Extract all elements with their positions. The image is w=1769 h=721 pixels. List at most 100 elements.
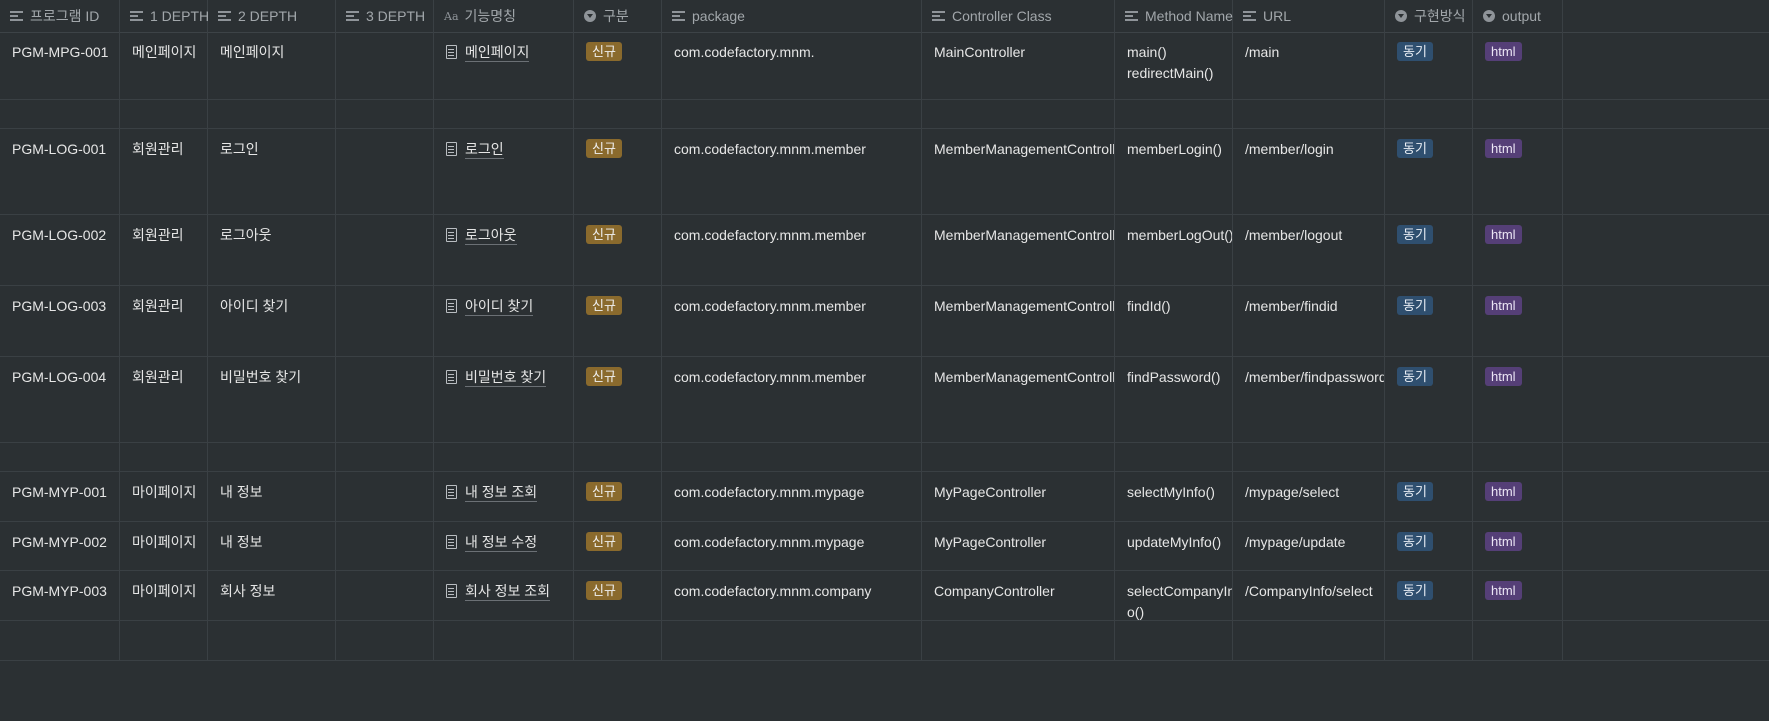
cell-method-name[interactable]: main() redirectMain() <box>1115 32 1233 99</box>
cell-method-name[interactable]: updateMyInfo() <box>1115 522 1233 570</box>
page-title-link[interactable]: 내 정보 조회 <box>465 484 538 502</box>
cell-package[interactable] <box>662 100 922 128</box>
cell-depth1[interactable]: 메인페이지 <box>120 32 208 99</box>
cell-impl-method[interactable]: 동기 <box>1385 357 1473 442</box>
cell-program-id[interactable] <box>0 100 120 128</box>
table-row[interactable] <box>0 443 1769 472</box>
table-row[interactable]: PGM-LOG-001 회원관리 로그인 로그인 신규 com.codefactory.m… <box>0 129 1769 215</box>
column-header-controller-class[interactable]: Controller Class <box>922 0 1115 32</box>
cell-program-id[interactable]: PGM-LOG-004 <box>0 357 120 442</box>
cell-depth2[interactable]: 회사 정보 <box>208 571 336 620</box>
cell-function-name[interactable] <box>434 621 574 660</box>
cell-package[interactable]: com.codefactory.mnm.member <box>662 286 922 356</box>
table-row[interactable]: PGM-MYP-003 마이페이지 회사 정보 회사 정보 조회 신규 com.codef… <box>0 571 1769 621</box>
cell-depth2[interactable]: 로그아웃 <box>208 215 336 285</box>
cell-depth3[interactable] <box>336 522 434 570</box>
cell-controller-class[interactable]: MainController <box>922 32 1115 99</box>
cell-method-name[interactable] <box>1115 443 1233 471</box>
page-title-link[interactable]: 비밀번호 찾기 <box>465 369 547 387</box>
cell-package[interactable]: com.codefactory.mnm. <box>662 32 922 99</box>
cell-output[interactable]: html <box>1473 357 1563 442</box>
column-header-function-name[interactable]: Aa 기능명칭 <box>434 0 574 32</box>
cell-method-name[interactable]: memberLogOut() <box>1115 215 1233 285</box>
cell-depth3[interactable] <box>336 443 434 471</box>
cell-controller-class[interactable]: MemberManagementController <box>922 215 1115 285</box>
cell-depth1[interactable]: 마이페이지 <box>120 522 208 570</box>
cell-function-name[interactable]: 아이디 찾기 <box>434 286 574 356</box>
cell-controller-class[interactable] <box>922 100 1115 128</box>
cell-depth2[interactable] <box>208 100 336 128</box>
cell-impl-method[interactable]: 동기 <box>1385 129 1473 214</box>
cell-depth1[interactable] <box>120 100 208 128</box>
cell-output[interactable]: html <box>1473 472 1563 521</box>
cell-depth3[interactable] <box>336 129 434 214</box>
cell-controller-class[interactable]: MemberManagementController <box>922 357 1115 442</box>
cell-output[interactable] <box>1473 443 1563 471</box>
cell-depth3[interactable] <box>336 286 434 356</box>
cell-output[interactable] <box>1473 100 1563 128</box>
cell-impl-method[interactable]: 동기 <box>1385 472 1473 521</box>
column-header-method-name[interactable]: Method Name <box>1115 0 1233 32</box>
cell-impl-method[interactable] <box>1385 621 1473 660</box>
cell-url[interactable]: /member/logout <box>1233 215 1385 285</box>
cell-program-id[interactable] <box>0 621 120 660</box>
cell-output[interactable]: html <box>1473 32 1563 99</box>
cell-depth1[interactable]: 마이페이지 <box>120 571 208 620</box>
cell-category[interactable]: 신규 <box>574 472 662 521</box>
cell-method-name[interactable]: selectCompanyInf o() <box>1115 571 1233 620</box>
cell-depth3[interactable] <box>336 621 434 660</box>
cell-depth2[interactable]: 비밀번호 찾기 <box>208 357 336 442</box>
cell-impl-method[interactable] <box>1385 443 1473 471</box>
cell-function-name[interactable]: 로그아웃 <box>434 215 574 285</box>
cell-method-name[interactable] <box>1115 100 1233 128</box>
cell-category[interactable]: 신규 <box>574 357 662 442</box>
cell-controller-class[interactable]: CompanyController <box>922 571 1115 620</box>
cell-depth3[interactable] <box>336 32 434 99</box>
page-title-link[interactable]: 로그아웃 <box>465 227 517 245</box>
cell-function-name[interactable]: 회사 정보 조회 <box>434 571 574 620</box>
cell-depth2[interactable]: 내 정보 <box>208 472 336 521</box>
cell-depth2[interactable] <box>208 621 336 660</box>
cell-controller-class[interactable]: MyPageController <box>922 522 1115 570</box>
page-title-link[interactable]: 로그인 <box>465 141 504 159</box>
cell-method-name[interactable]: findPassword() <box>1115 357 1233 442</box>
page-title-link[interactable]: 아이디 찾기 <box>465 298 534 316</box>
table-row[interactable]: PGM-LOG-003 회원관리 아이디 찾기 아이디 찾기 신규 com.codefac… <box>0 286 1769 357</box>
cell-program-id[interactable]: PGM-LOG-003 <box>0 286 120 356</box>
cell-method-name[interactable]: memberLogin() <box>1115 129 1233 214</box>
cell-output[interactable]: html <box>1473 286 1563 356</box>
cell-package[interactable]: com.codefactory.mnm.mypage <box>662 522 922 570</box>
cell-function-name[interactable] <box>434 100 574 128</box>
cell-program-id[interactable] <box>0 443 120 471</box>
cell-url[interactable] <box>1233 621 1385 660</box>
cell-depth1[interactable]: 회원관리 <box>120 286 208 356</box>
cell-url[interactable]: /CompanyInfo/select <box>1233 571 1385 620</box>
cell-url[interactable]: /member/login <box>1233 129 1385 214</box>
column-header-depth1[interactable]: 1 DEPTH <box>120 0 209 32</box>
cell-category[interactable]: 신규 <box>574 571 662 620</box>
cell-category[interactable] <box>574 443 662 471</box>
cell-category[interactable]: 신규 <box>574 129 662 214</box>
column-header-impl-method[interactable]: 구현방식 <box>1385 0 1473 32</box>
cell-impl-method[interactable]: 동기 <box>1385 286 1473 356</box>
cell-url[interactable] <box>1233 443 1385 471</box>
cell-url[interactable]: /main <box>1233 32 1385 99</box>
column-header-url[interactable]: URL <box>1233 0 1385 32</box>
cell-impl-method[interactable]: 동기 <box>1385 215 1473 285</box>
cell-depth1[interactable]: 마이페이지 <box>120 472 208 521</box>
cell-category[interactable] <box>574 621 662 660</box>
page-title-link[interactable]: 회사 정보 조회 <box>465 583 551 601</box>
table-row[interactable]: PGM-LOG-002 회원관리 로그아웃 로그아웃 신규 com.codefactory… <box>0 215 1769 286</box>
cell-impl-method[interactable] <box>1385 100 1473 128</box>
cell-function-name[interactable] <box>434 443 574 471</box>
cell-package[interactable] <box>662 621 922 660</box>
column-header-depth2[interactable]: 2 DEPTH <box>208 0 336 32</box>
cell-package[interactable]: com.codefactory.mnm.company <box>662 571 922 620</box>
cell-depth1[interactable] <box>120 621 208 660</box>
cell-package[interactable]: com.codefactory.mnm.member <box>662 215 922 285</box>
column-header-depth3[interactable]: 3 DEPTH <box>336 0 434 32</box>
column-header-program-id[interactable]: 프로그램 ID <box>0 0 120 32</box>
cell-program-id[interactable]: PGM-LOG-001 <box>0 129 120 214</box>
cell-program-id[interactable]: PGM-LOG-002 <box>0 215 120 285</box>
cell-depth3[interactable] <box>336 472 434 521</box>
